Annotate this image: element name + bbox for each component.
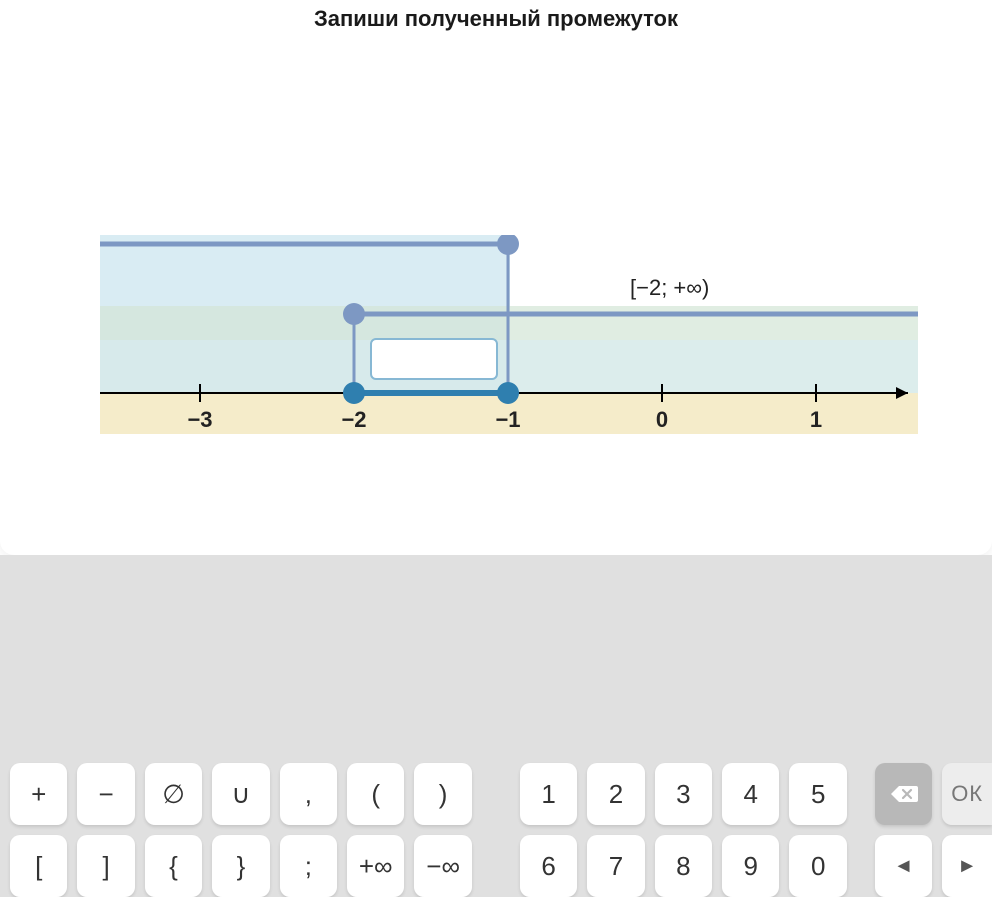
key-lparen[interactable]: ( bbox=[347, 763, 404, 825]
key-9[interactable]: 9 bbox=[722, 835, 779, 897]
key-comma[interactable]: , bbox=[280, 763, 337, 825]
virtual-keyboard: + − ∅ ∪ , ( ) 1 2 3 4 5 ОК [ ] { bbox=[0, 753, 992, 897]
answer-input[interactable] bbox=[370, 338, 498, 380]
key-union[interactable]: ∪ bbox=[212, 763, 269, 825]
backspace-icon bbox=[890, 784, 918, 804]
key-semicolon[interactable]: ; bbox=[280, 835, 337, 897]
key-lbracket[interactable]: [ bbox=[10, 835, 67, 897]
key-lbrace[interactable]: { bbox=[145, 835, 202, 897]
number-line-diagram: −3 −2 −1 0 1 (−∞; −1] [−2; +∞) bbox=[100, 235, 918, 434]
key-0[interactable]: 0 bbox=[789, 835, 846, 897]
key-4[interactable]: 4 bbox=[722, 763, 779, 825]
key-3[interactable]: 3 bbox=[655, 763, 712, 825]
tick-label: −3 bbox=[187, 407, 212, 432]
key-arrow-left[interactable]: ◄ bbox=[875, 835, 932, 897]
key-emptyset[interactable]: ∅ bbox=[145, 763, 202, 825]
problem-panel: Запиши полученный промежуток −3 −2 bbox=[0, 0, 992, 555]
key-ok[interactable]: ОК bbox=[942, 763, 992, 825]
key-backspace[interactable] bbox=[875, 763, 932, 825]
key-1[interactable]: 1 bbox=[520, 763, 577, 825]
key-minus[interactable]: − bbox=[77, 763, 134, 825]
key-plus-infinity[interactable]: +∞ bbox=[347, 835, 404, 897]
key-5[interactable]: 5 bbox=[789, 763, 846, 825]
tick-label: 1 bbox=[810, 407, 822, 432]
problem-title: Запиши полученный промежуток bbox=[0, 6, 992, 32]
key-rparen[interactable]: ) bbox=[414, 763, 471, 825]
interval-label-bottom: [−2; +∞) bbox=[630, 275, 709, 300]
key-2[interactable]: 2 bbox=[587, 763, 644, 825]
key-8[interactable]: 8 bbox=[655, 835, 712, 897]
tick-label: 0 bbox=[656, 407, 668, 432]
key-minus-infinity[interactable]: −∞ bbox=[414, 835, 471, 897]
keyboard-row-1: + − ∅ ∪ , ( ) 1 2 3 4 5 ОК bbox=[10, 763, 982, 825]
keyboard-row-2: [ ] { } ; +∞ −∞ 6 7 8 9 0 ◄ ► bbox=[10, 835, 982, 897]
tick-label: −1 bbox=[495, 407, 520, 432]
key-7[interactable]: 7 bbox=[587, 835, 644, 897]
key-6[interactable]: 6 bbox=[520, 835, 577, 897]
key-arrow-right[interactable]: ► bbox=[942, 835, 992, 897]
keyboard-area: + − ∅ ∪ , ( ) 1 2 3 4 5 ОК [ ] { bbox=[0, 555, 992, 897]
key-rbrace[interactable]: } bbox=[212, 835, 269, 897]
key-rbracket[interactable]: ] bbox=[77, 835, 134, 897]
tick-label: −2 bbox=[341, 407, 366, 432]
key-plus[interactable]: + bbox=[10, 763, 67, 825]
